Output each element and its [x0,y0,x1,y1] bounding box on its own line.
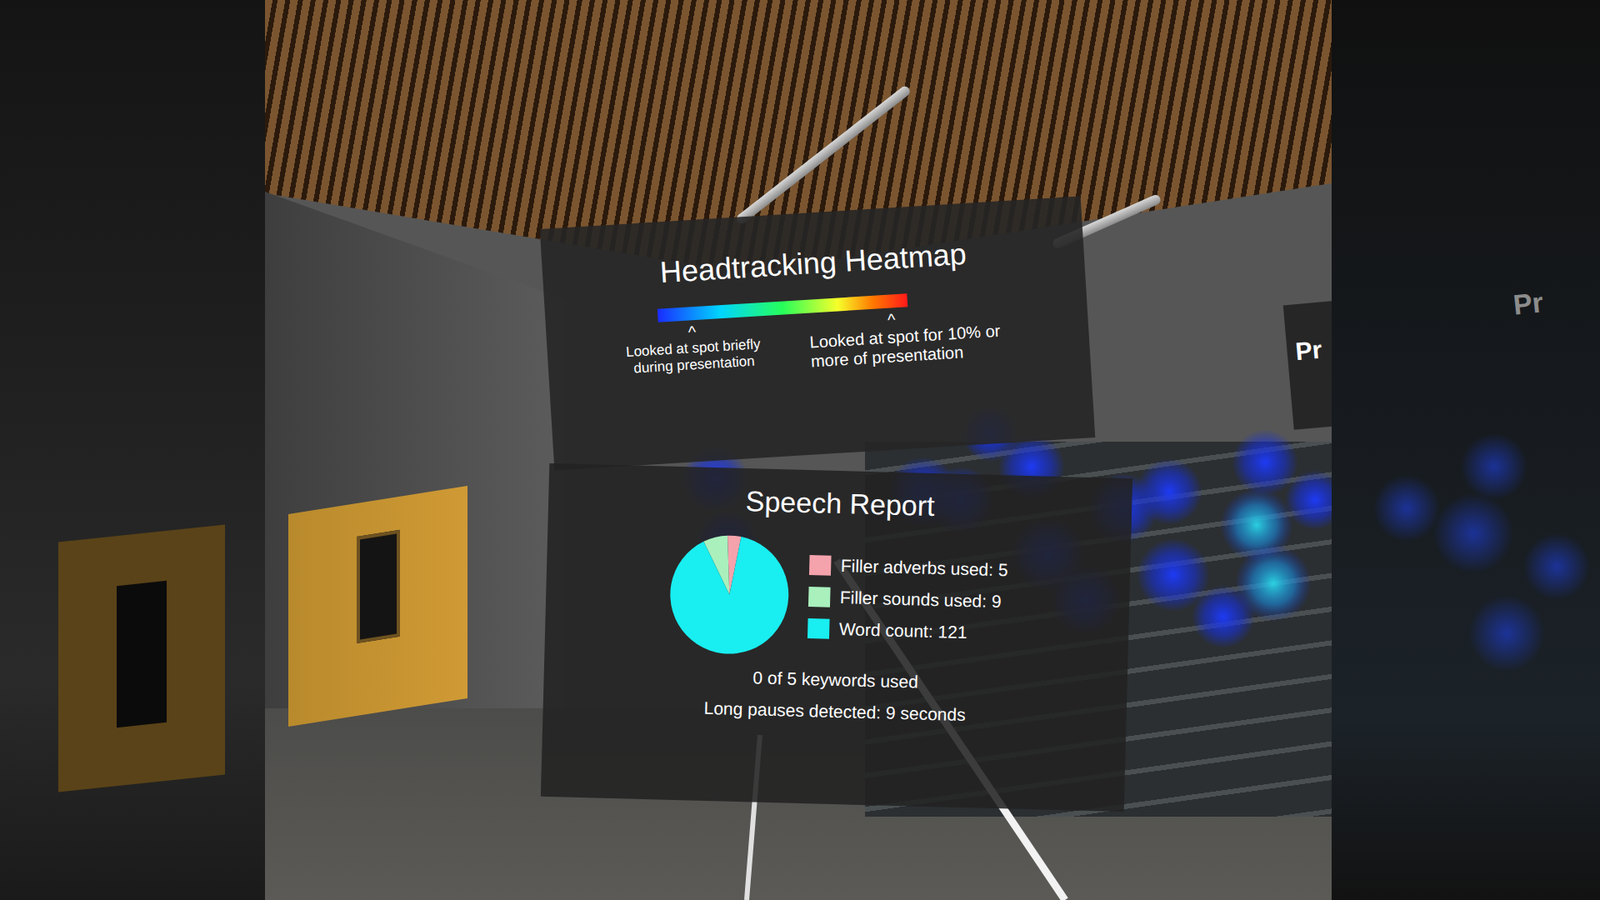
legend-item: Filler adverbs used: 5 [809,555,1009,580]
legend-swatch [809,555,832,576]
door [288,485,468,727]
door-window [356,530,400,644]
scale-marker: ^ [887,310,897,329]
pie-slice [668,535,790,656]
speech-report-panel: Speech ReportFiller adverbs used: 5Fille… [540,463,1133,812]
heat-spot [1433,493,1514,574]
scale-low-label: Looked at spot briefly during presentati… [617,335,770,378]
vr-view: PrHeadtracking Heatmap^Looked at spot br… [0,0,1600,900]
legend-label: Word count: 121 [839,619,968,643]
legend-label: Filler sounds used: 9 [840,587,1002,612]
heatmap-scale: ^Looked at spot briefly during presentat… [607,286,1028,384]
chart-row: Filler adverbs used: 5 Filler sounds used… [666,532,1009,664]
door [58,524,225,792]
legend-swatch [807,618,830,640]
heat-spot [1468,595,1545,672]
heat-spot [1220,488,1294,562]
heat-spot [1460,433,1528,500]
scale-marker: ^ [687,323,697,341]
scale-low: ^Looked at spot briefly during presentat… [608,319,770,384]
mirror-heatmap [1331,0,1600,900]
legend-item: Word count: 121 [807,618,1007,644]
color-scale-bar [657,293,908,322]
heatmap-title: Headtracking Heatmap [659,236,968,290]
heat-spot [1136,538,1210,612]
legend-swatch [808,586,831,608]
speech-report-title: Speech Report [745,485,935,523]
heat-spot [1191,585,1255,649]
heat-spot [1373,475,1440,542]
right-mirror: Pr [1331,0,1600,900]
long-pauses: Long pauses detected: 9 seconds [703,698,966,725]
door-window [116,580,167,728]
heat-spot [1231,429,1299,496]
mirror-panel-title: Pr [1511,285,1545,322]
legend-label: Filler adverbs used: 5 [840,555,1009,580]
pie-chart [666,532,792,658]
heat-spot [1235,545,1312,622]
left-mirror [0,0,265,900]
lecture-hall-scene: PrHeadtracking Heatmap^Looked at spot br… [265,0,1332,900]
chart-legend: Filler adverbs used: 5 Filler sounds used… [807,555,1009,644]
heat-spot [1135,458,1203,525]
side-panel-title: Pr [1294,328,1332,366]
heatmap-panel: Headtracking Heatmap^Looked at spot brie… [540,195,1095,470]
keywords-used: 0 of 5 keywords used [752,667,919,692]
side-panel: Pr [1283,295,1332,430]
heat-spot [1285,470,1332,530]
legend-item: Filler sounds used: 9 [808,586,1008,612]
scale-high: ^Looked at spot for 10% or more of prese… [808,303,1029,372]
scale-high-label: Looked at spot for 10% or more of presen… [809,320,1028,372]
heat-spot [1523,533,1590,600]
